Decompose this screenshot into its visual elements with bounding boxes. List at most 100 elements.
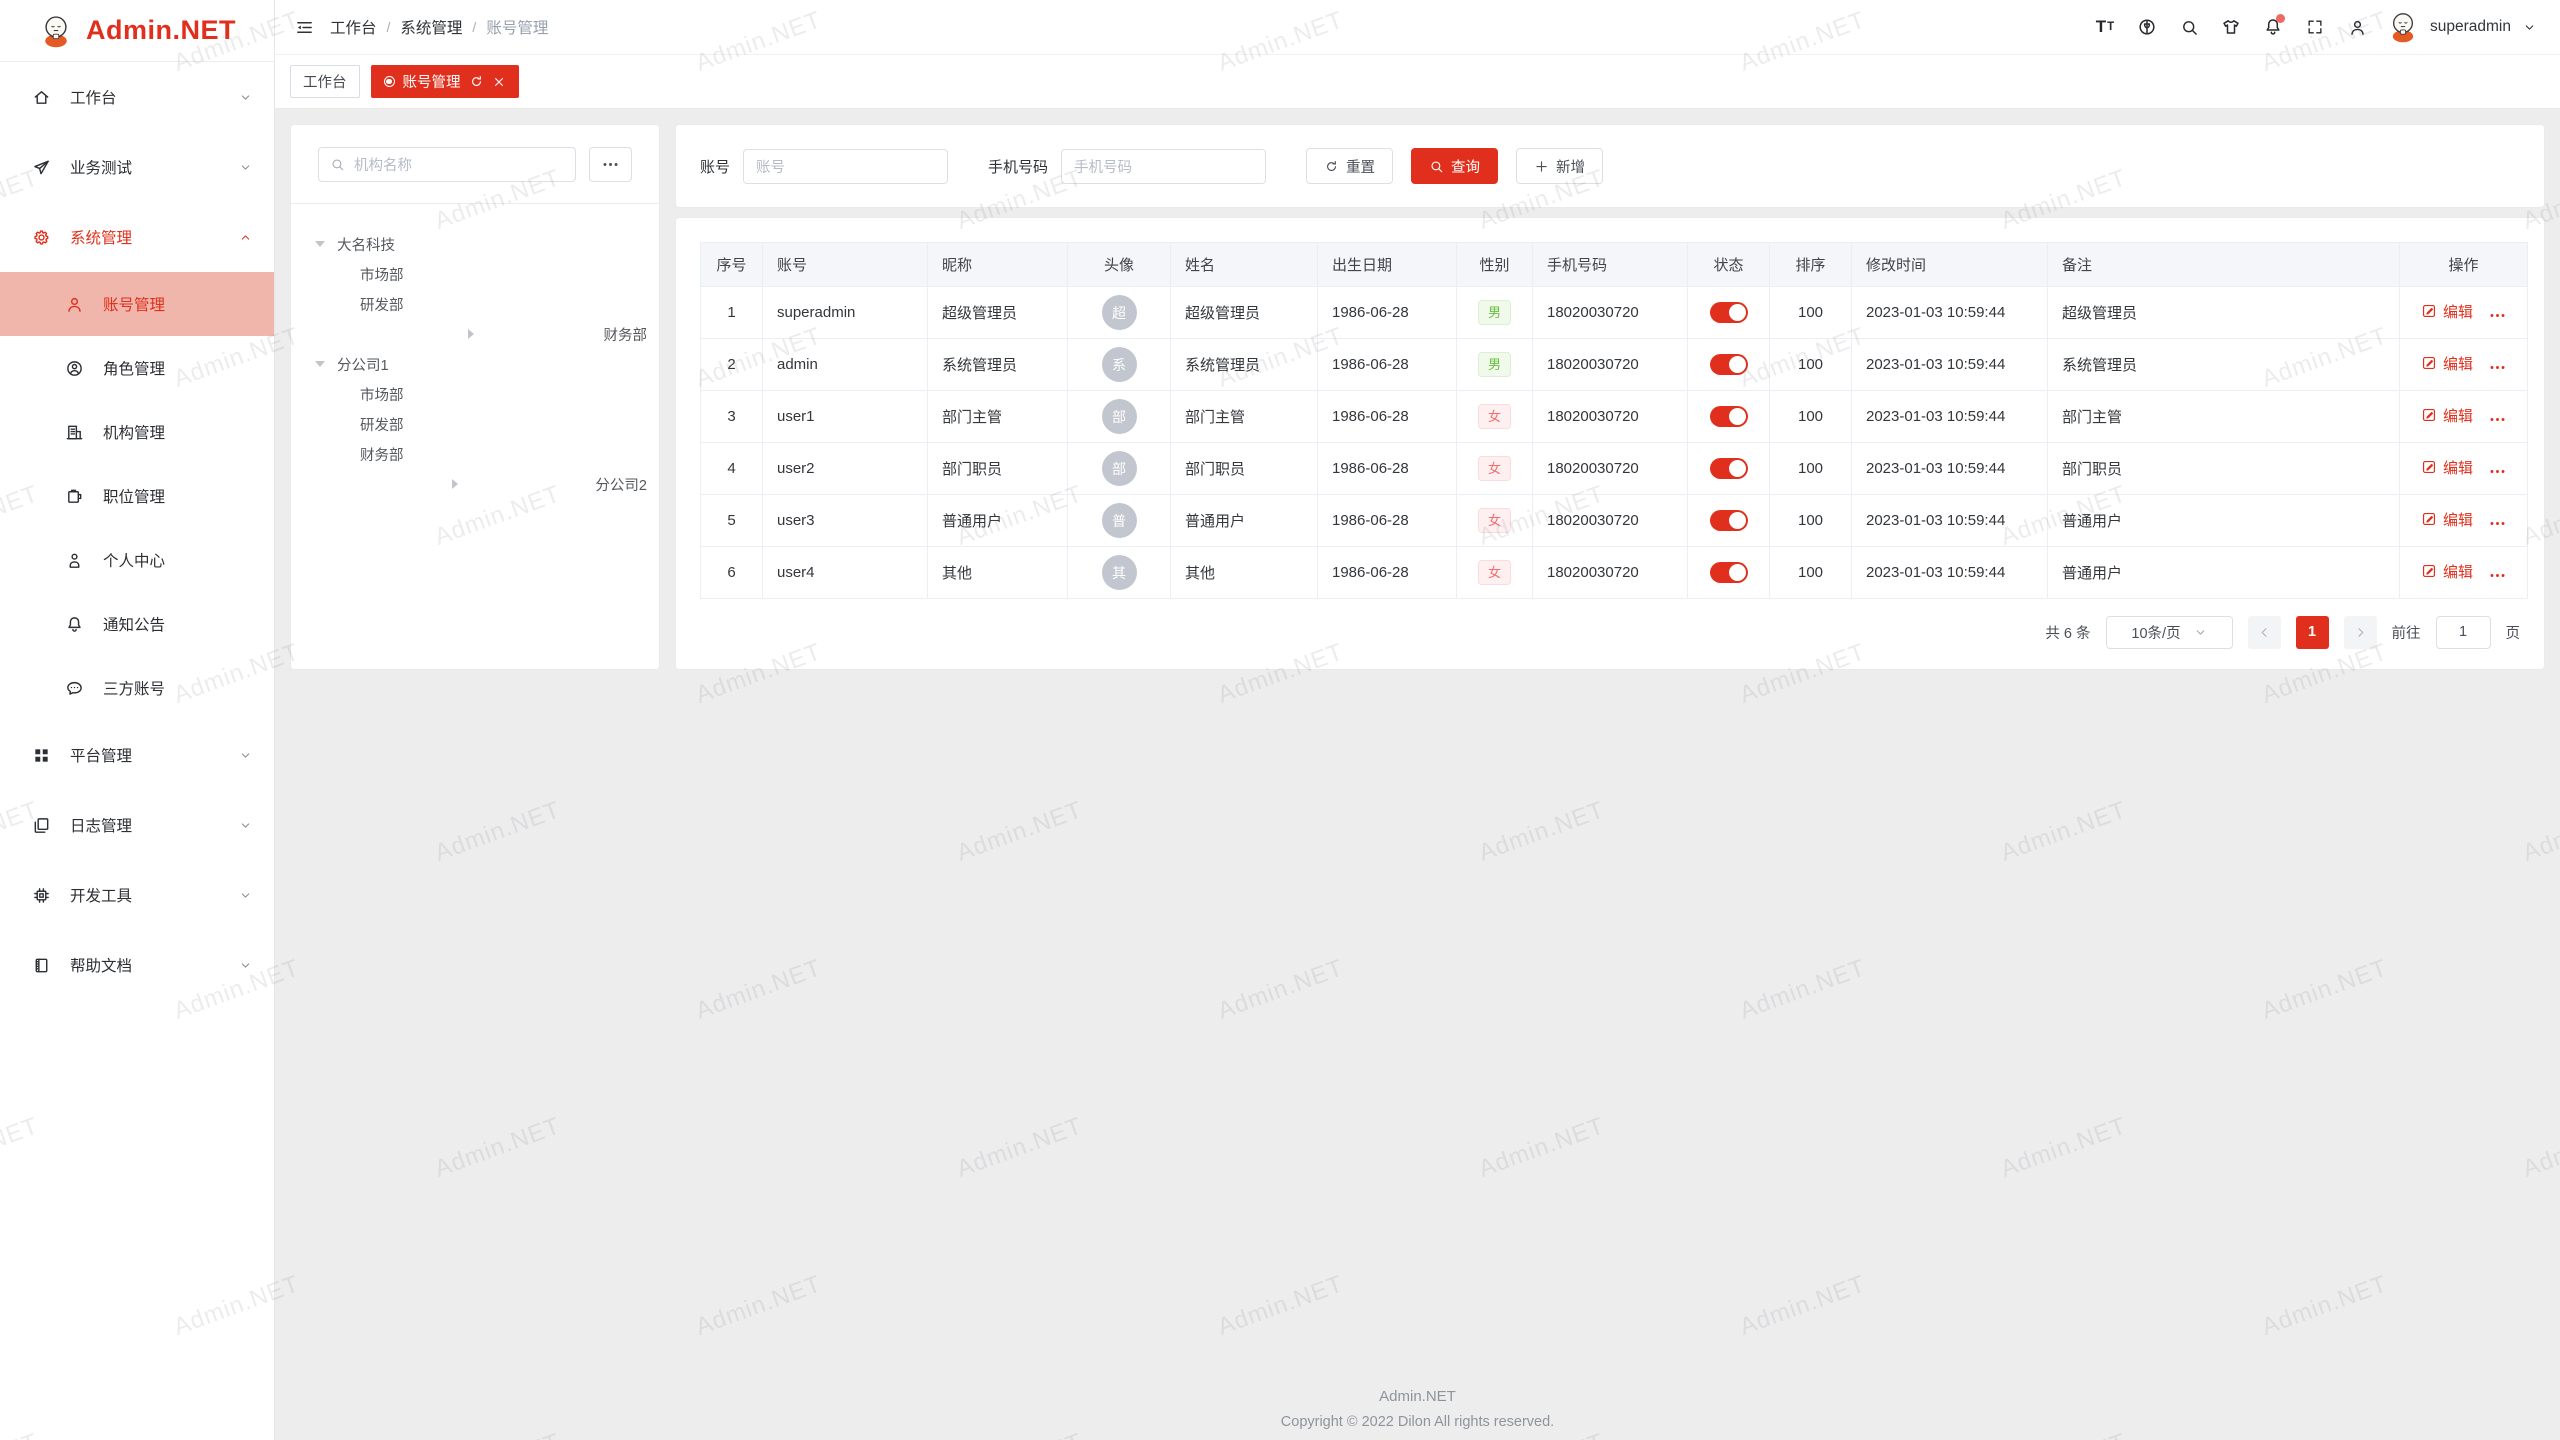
goto-page-input[interactable]: 1: [2436, 616, 2491, 649]
chevron-down-icon[interactable]: [2518, 0, 2540, 55]
cell-name: 普通用户: [1171, 495, 1318, 547]
tree-node[interactable]: 市场部: [303, 379, 647, 409]
status-toggle[interactable]: [1710, 354, 1748, 375]
row-more-button[interactable]: [2489, 567, 2506, 584]
row-more-button[interactable]: [2489, 307, 2506, 324]
cell-birth-date: 1986-06-28: [1318, 391, 1457, 443]
edit-button[interactable]: 编辑: [2421, 301, 2473, 322]
sidebar-item-label: 业务测试: [70, 156, 239, 178]
breadcrumb: 工作台 / 系统管理 / 账号管理: [330, 16, 548, 38]
status-toggle[interactable]: [1710, 406, 1748, 427]
sidebar-subitem-position-mgmt[interactable]: 职位管理: [0, 464, 274, 528]
cell-phone: 18020030720: [1533, 287, 1688, 339]
sidebar-item-platform-mgmt[interactable]: 平台管理: [0, 720, 274, 790]
edit-button[interactable]: 编辑: [2421, 353, 2473, 374]
sidebar-item-log-mgmt[interactable]: 日志管理: [0, 790, 274, 860]
sidebar-subitem-org-mgmt[interactable]: 机构管理: [0, 400, 274, 464]
account-input[interactable]: 账号: [743, 149, 948, 184]
phone-input[interactable]: 手机号码: [1061, 149, 1266, 184]
breadcrumb-item[interactable]: 工作台: [330, 16, 377, 38]
menu-fold-icon[interactable]: [295, 18, 314, 37]
tree-node-label: 财务部: [360, 444, 404, 465]
sidebar-subitem-role-mgmt[interactable]: 角色管理: [0, 336, 274, 400]
chevdown-icon: [239, 749, 252, 762]
logo[interactable]: Admin.NET: [0, 0, 274, 62]
row-more-button[interactable]: [2489, 463, 2506, 480]
org-search-input[interactable]: 机构名称: [318, 147, 576, 182]
close-icon[interactable]: [492, 75, 506, 89]
user-avatar[interactable]: [2386, 10, 2420, 44]
status-toggle[interactable]: [1710, 510, 1748, 531]
edit-button[interactable]: 编辑: [2421, 457, 2473, 478]
sidebar-subitem-notice[interactable]: 通知公告: [0, 592, 274, 656]
language-icon[interactable]: [2126, 0, 2168, 55]
tree-node-label: 财务部: [604, 324, 648, 345]
tree-node[interactable]: 分公司1: [303, 349, 647, 379]
sidebar-item-dev-tools[interactable]: 开发工具: [0, 860, 274, 930]
tree-node-label: 分公司1: [337, 354, 389, 375]
row-more-button[interactable]: [2489, 359, 2506, 376]
breadcrumb-item[interactable]: 系统管理: [400, 16, 462, 38]
tree-node[interactable]: 研发部: [303, 289, 647, 319]
font-size-icon[interactable]: TT: [2084, 0, 2126, 55]
edit-button[interactable]: 编辑: [2421, 405, 2473, 426]
user-icon[interactable]: [2336, 0, 2378, 55]
caret-right-icon[interactable]: [315, 479, 595, 489]
row-more-button[interactable]: [2489, 515, 2506, 532]
tree-node[interactable]: 市场部: [303, 259, 647, 289]
column-header: 操作: [2400, 243, 2528, 287]
theme-icon[interactable]: [2210, 0, 2252, 55]
next-page-button[interactable]: [2344, 616, 2377, 649]
tree-node[interactable]: 分公司2: [303, 469, 647, 499]
cell-remark: 部门职员: [2048, 443, 2400, 495]
tree-node[interactable]: 研发部: [303, 409, 647, 439]
row-more-button[interactable]: [2489, 411, 2506, 428]
status-toggle[interactable]: [1710, 302, 1748, 323]
notification-bell-icon[interactable]: [2252, 0, 2294, 55]
caret-down-icon[interactable]: [315, 361, 337, 367]
tab-workbench[interactable]: 工作台: [290, 65, 360, 98]
sidebar-subitem-account-mgmt[interactable]: 账号管理: [0, 272, 274, 336]
caret-down-icon[interactable]: [315, 241, 337, 247]
tab-account-mgmt[interactable]: 账号管理: [371, 65, 519, 98]
search-button[interactable]: 查询: [1411, 148, 1498, 184]
fullscreen-icon[interactable]: [2294, 0, 2336, 55]
sidebar-subitem-profile-center[interactable]: 个人中心: [0, 528, 274, 592]
phone-placeholder: 手机号码: [1074, 156, 1132, 177]
sidebar-item-system-mgmt[interactable]: 系统管理: [0, 202, 274, 272]
caret-right-icon[interactable]: [338, 329, 604, 339]
add-button[interactable]: 新增: [1516, 148, 1603, 184]
prev-page-button[interactable]: [2248, 616, 2281, 649]
reset-button[interactable]: 重置: [1306, 148, 1393, 184]
cell-phone: 18020030720: [1533, 547, 1688, 599]
refresh-icon[interactable]: [469, 74, 484, 89]
column-header: 备注: [2048, 243, 2400, 287]
refresh-icon: [1324, 159, 1339, 174]
sidebar-subitem-label: 角色管理: [103, 357, 165, 379]
sidebar-subitem-third-party-account[interactable]: 三方账号: [0, 656, 274, 720]
status-toggle[interactable]: [1710, 562, 1748, 583]
sidebar-item-business-test[interactable]: 业务测试: [0, 132, 274, 202]
cell-birth-date: 1986-06-28: [1318, 339, 1457, 391]
status-toggle[interactable]: [1710, 458, 1748, 479]
bell-icon: [65, 615, 84, 634]
cell-order: 100: [1770, 547, 1852, 599]
tree-more-button[interactable]: [589, 147, 632, 182]
search-icon[interactable]: [2168, 0, 2210, 55]
tree-node[interactable]: 财务部: [303, 439, 647, 469]
current-page-button[interactable]: 1: [2296, 616, 2329, 649]
username[interactable]: superadmin: [2430, 18, 2511, 36]
tree-node[interactable]: 财务部: [303, 319, 647, 349]
edit-button[interactable]: 编辑: [2421, 561, 2473, 582]
sidebar-item-label: 平台管理: [70, 744, 239, 766]
column-header: 昵称: [928, 243, 1068, 287]
sidebar-item-workbench[interactable]: 工作台: [0, 62, 274, 132]
column-header: 状态: [1688, 243, 1770, 287]
edit-button[interactable]: 编辑: [2421, 509, 2473, 530]
breadcrumb-separator: /: [387, 19, 391, 35]
sidebar-item-help-docs[interactable]: 帮助文档: [0, 930, 274, 1000]
gender-badge: 男: [1478, 352, 1511, 377]
tabbar: 工作台 账号管理: [275, 55, 2560, 109]
page-size-select[interactable]: 10条/页: [2106, 616, 2233, 649]
tree-node[interactable]: 大名科技: [303, 229, 647, 259]
